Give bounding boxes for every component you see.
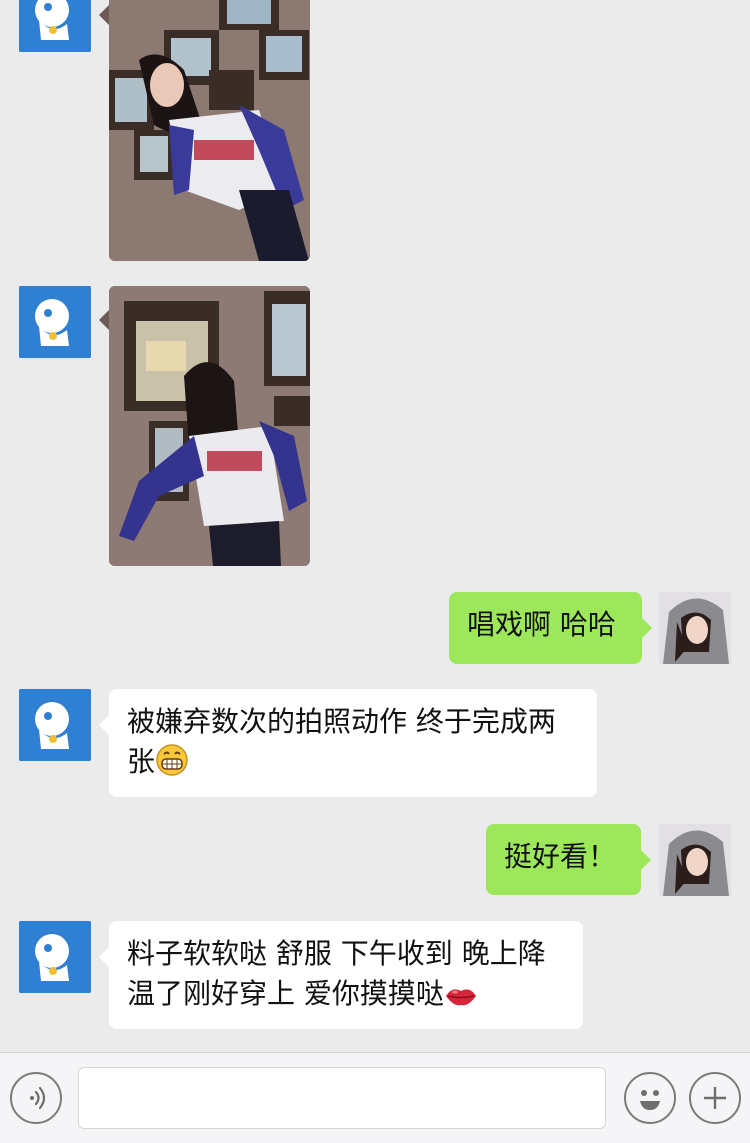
voice-button[interactable] — [10, 1072, 62, 1124]
message-text-line: 张 — [127, 742, 579, 788]
chat-input-bar — [0, 1052, 750, 1143]
voice-icon — [30, 1086, 46, 1110]
doraemon-icon — [19, 286, 91, 358]
message-input[interactable] — [78, 1067, 606, 1129]
doraemon-icon — [19, 689, 91, 761]
message-text-line: 被嫌弃数次的拍照动作 终于完成两 — [127, 705, 556, 738]
doraemon-avatar[interactable] — [19, 286, 91, 358]
doraemon-icon — [19, 0, 91, 52]
more-button[interactable] — [689, 1072, 741, 1124]
chat-photo-2[interactable] — [109, 286, 310, 566]
message-bubble-received[interactable]: 被嫌弃数次的拍照动作 终于完成两 张 — [99, 689, 597, 797]
doraemon-icon — [19, 921, 91, 993]
doraemon-avatar[interactable] — [19, 921, 91, 993]
grin-emoji — [155, 743, 189, 788]
emoji-button[interactable] — [624, 1072, 676, 1124]
message-text-line: 温了刚好穿上 爱你摸摸哒 — [127, 974, 565, 1020]
doraemon-avatar[interactable] — [19, 0, 91, 52]
message-text-line: 料子软软哒 舒服 下午收到 晚上降 — [127, 937, 546, 970]
message-bubble-sent[interactable]: 唱戏啊 哈哈 — [449, 592, 652, 664]
hooded-girl-avatar[interactable] — [659, 592, 731, 664]
girl-avatar-icon — [659, 824, 731, 896]
girl-avatar-icon — [659, 592, 731, 664]
plus-icon — [704, 1087, 726, 1109]
doraemon-avatar[interactable] — [19, 689, 91, 761]
chat-photo-1[interactable] — [109, 0, 310, 261]
message-bubble-sent[interactable]: 挺好看！ — [486, 824, 651, 895]
message-bubble-received[interactable]: 料子软软哒 舒服 下午收到 晚上降 温了刚好穿上 爱你摸摸哒 — [99, 921, 583, 1029]
lips-emoji — [444, 980, 478, 1020]
message-text: 唱戏啊 哈哈 — [467, 608, 616, 641]
hooded-girl-avatar[interactable] — [659, 824, 731, 896]
message-text: 挺好看！ — [504, 840, 617, 873]
smiley-icon — [640, 1090, 660, 1110]
